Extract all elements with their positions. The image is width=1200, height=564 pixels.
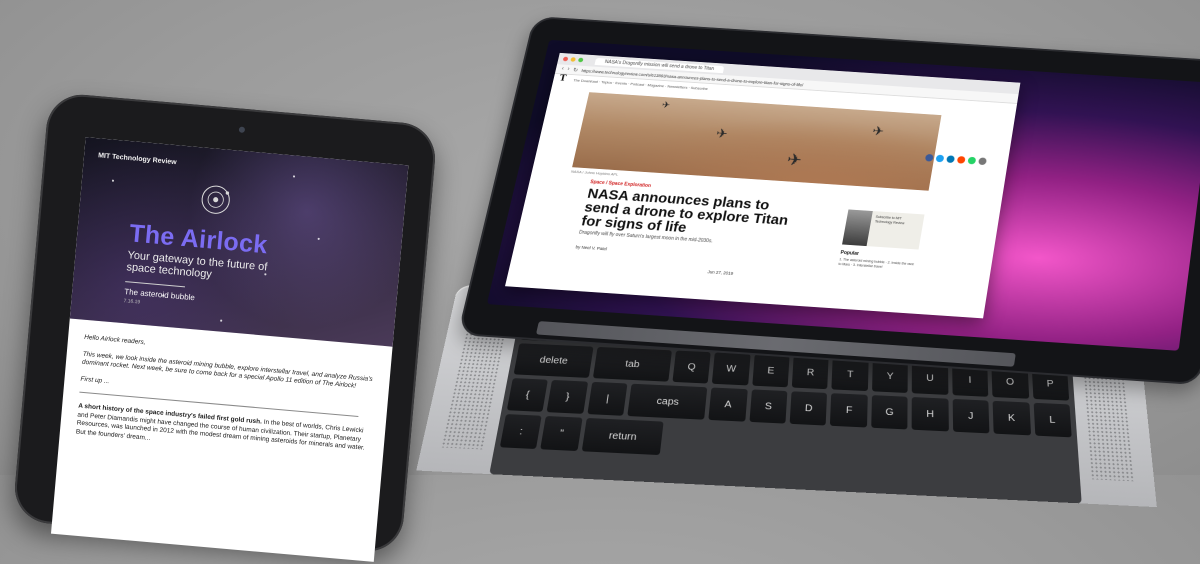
keyboard-key[interactable]: ": [540, 415, 583, 452]
keyboard-key[interactable]: S: [748, 389, 788, 424]
ad-text: Subscribe to MIT Technology Review: [874, 214, 905, 226]
keyboard-key[interactable]: Q: [672, 350, 711, 384]
linkedin-icon[interactable]: [946, 155, 956, 164]
keyboard-key[interactable]: tab: [592, 346, 672, 382]
twitter-icon[interactable]: [935, 154, 945, 163]
drone-icon: ✈: [714, 125, 730, 141]
popular-list[interactable]: 1. The asteroid mining bubble · 2. Insid…: [838, 257, 914, 271]
tablet-device: MIT Technology Review The Airlock Your g…: [12, 91, 438, 562]
keyboard-key[interactable]: delete: [513, 343, 594, 378]
issue-date: 7.16.19: [123, 298, 141, 306]
minimize-window-button[interactable]: [570, 57, 576, 62]
keyboard-key[interactable]: |: [587, 381, 628, 416]
keyboard-key[interactable]: A: [708, 387, 748, 422]
browser-window: NASA's Dragonfly mission will send a dro…: [505, 52, 1021, 319]
sidebar-ad[interactable]: Subscribe to MIT Technology Review: [842, 209, 925, 250]
article-byline[interactable]: by Neel V. Patel: [575, 245, 607, 252]
share-bar: [924, 153, 987, 166]
maximize-window-button[interactable]: [577, 57, 584, 63]
article-hero-image: ✈ ✈ ✈ ✈: [572, 92, 942, 191]
keyboard-key[interactable]: R: [791, 356, 829, 390]
keyboard-key[interactable]: return: [581, 417, 664, 456]
reddit-icon[interactable]: [956, 156, 966, 164]
drone-icon: ✈: [785, 150, 804, 170]
drone-icon: ✈: [871, 123, 886, 139]
back-arrow-icon[interactable]: ‹: [561, 66, 564, 71]
divider: [125, 281, 186, 288]
keyboard-key[interactable]: F: [830, 393, 868, 428]
article-date: Jun 27, 2019: [707, 269, 734, 276]
keyboard-key[interactable]: D: [789, 391, 828, 426]
drone-icon: ✈: [660, 100, 671, 111]
keyboard-key[interactable]: caps: [627, 383, 708, 420]
close-window-button[interactable]: [562, 56, 569, 62]
keyboard-key[interactable]: E: [751, 354, 790, 388]
tablet-camera: [238, 126, 246, 133]
popular-heading: Popular: [840, 250, 860, 257]
tablet-screen: MIT Technology Review The Airlock Your g…: [50, 137, 409, 562]
keyboard-key[interactable]: W: [711, 352, 751, 386]
newsletter-body: Hello Airlock readers, This week, we loo…: [75, 334, 376, 470]
airlock-orbit-icon: [201, 185, 230, 214]
laptop-lid: NASA's Dragonfly mission will send a dro…: [457, 16, 1200, 386]
keyboard-key[interactable]: {: [506, 378, 549, 412]
keyboard-key[interactable]: }: [546, 379, 589, 414]
email-icon[interactable]: [978, 157, 987, 166]
keyboard-key[interactable]: L: [1033, 402, 1072, 438]
site-logo[interactable]: T: [558, 74, 566, 83]
keyboard-key[interactable]: K: [992, 400, 1031, 436]
keyboard-key[interactable]: G: [871, 395, 908, 430]
whatsapp-icon[interactable]: [967, 156, 977, 165]
image-caption: NASA / Johns Hopkins APL: [570, 169, 619, 177]
keyboard-key[interactable]: T: [831, 357, 869, 392]
newsletter-hero: MIT Technology Review The Airlock Your g…: [69, 137, 409, 347]
laptop-screen: NASA's Dragonfly mission will send a dro…: [486, 39, 1200, 351]
keyboard-key[interactable]: H: [911, 396, 949, 432]
forward-arrow-icon[interactable]: ›: [567, 67, 570, 72]
brand-label: MIT Technology Review: [97, 152, 177, 167]
lead-paragraph: A short history of the space industry's …: [76, 403, 370, 462]
keyboard-key[interactable]: J: [952, 398, 990, 434]
facebook-icon[interactable]: [924, 153, 934, 162]
reload-icon[interactable]: ↻: [572, 67, 578, 74]
keyboard-key[interactable]: :: [499, 414, 543, 450]
